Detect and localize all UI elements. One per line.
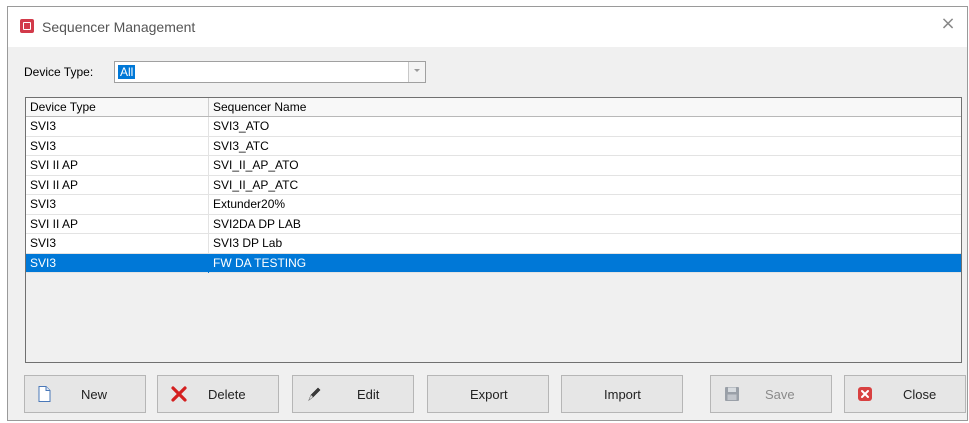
table-row[interactable]: SVI II AP SVI2DA DP LAB xyxy=(26,214,961,234)
table-body: SVI3 SVI3_ATO SVI3 SVI3_ATC SVI II AP SV… xyxy=(26,117,961,273)
sequencer-name-cell: FW DA TESTING xyxy=(213,255,307,270)
table-row[interactable]: SVI II AP SVI_II_AP_ATO xyxy=(26,156,961,176)
dropdown-button[interactable] xyxy=(408,62,425,82)
column-header-sequencer-name[interactable]: Sequencer Name xyxy=(209,98,961,116)
save-button[interactable]: Save xyxy=(710,375,832,413)
red-x-icon xyxy=(171,386,187,402)
device-type-cell: SVI3 xyxy=(26,136,209,156)
title-bar: Sequencer Management × xyxy=(8,7,967,47)
table-header: Device Type Sequencer Name xyxy=(26,98,961,117)
column-header-device-type[interactable]: Device Type xyxy=(26,98,209,116)
sequencer-name-cell: SVI_II_AP_ATC xyxy=(213,177,299,192)
device-type-cell: SVI II AP xyxy=(26,156,209,175)
window-title: Sequencer Management xyxy=(42,19,196,35)
sequencer-name-cell: Extunder20% xyxy=(213,197,286,211)
table-row[interactable]: SVI II AP SVI_II_AP_ATC xyxy=(26,175,961,195)
delete-button[interactable]: Delete xyxy=(157,375,279,413)
device-type-filter-label: Device Type: xyxy=(24,65,94,79)
device-type-cell: SVI II AP xyxy=(26,175,209,195)
sequencer-table: Device Type Sequencer Name SVI3 SVI3_ATO… xyxy=(25,97,962,363)
save-button-label: Save xyxy=(765,387,795,402)
chevron-down-icon xyxy=(414,69,420,72)
device-type-cell: SVI3 xyxy=(26,253,209,273)
sequencer-name-cell: SVI3_ATC xyxy=(213,138,269,153)
pencil-icon xyxy=(308,387,321,401)
delete-button-label: Delete xyxy=(208,387,246,402)
device-type-cell: SVI3 xyxy=(26,195,209,214)
sequencer-name-cell: SVI3 DP Lab xyxy=(213,236,283,250)
table-row-selected[interactable]: SVI3 FW DA TESTING xyxy=(26,253,961,273)
new-button-label: New xyxy=(81,387,108,402)
table-row[interactable]: SVI3 SVI3 DP Lab xyxy=(26,234,961,254)
device-type-dropdown-value: All xyxy=(118,65,136,79)
export-button[interactable]: Export xyxy=(427,375,549,413)
close-box-icon xyxy=(858,387,872,401)
close-button[interactable]: Close xyxy=(844,375,966,413)
device-type-dropdown[interactable]: All xyxy=(114,61,426,83)
sequencer-name-cell: SVI_II_AP_ATO xyxy=(213,158,299,172)
new-document-icon xyxy=(38,386,51,402)
import-button-label: Import xyxy=(604,387,641,402)
close-button-label: Close xyxy=(903,387,937,402)
window-close-icon[interactable]: × xyxy=(939,15,957,33)
device-type-cell: SVI3 xyxy=(26,234,209,253)
edit-button-label: Edit xyxy=(357,387,380,402)
new-button[interactable]: New xyxy=(24,375,146,413)
import-button[interactable]: Import xyxy=(561,375,683,413)
floppy-disk-icon xyxy=(725,387,739,401)
device-type-cell: SVI3 xyxy=(26,117,209,136)
app-icon xyxy=(20,19,34,33)
table-row[interactable]: SVI3 SVI3_ATC xyxy=(26,136,961,156)
edit-button[interactable]: Edit xyxy=(292,375,414,413)
device-type-cell: SVI II AP xyxy=(26,214,209,234)
export-button-label: Export xyxy=(470,387,508,402)
table-row[interactable]: SVI3 SVI3_ATO xyxy=(26,117,961,137)
sequencer-management-window: Sequencer Management × Device Type: All … xyxy=(7,6,968,421)
sequencer-name-cell: SVI2DA DP LAB xyxy=(213,216,301,231)
table-row[interactable]: SVI3 Extunder20% xyxy=(26,195,961,215)
sequencer-name-cell: SVI3_ATO xyxy=(213,119,270,133)
